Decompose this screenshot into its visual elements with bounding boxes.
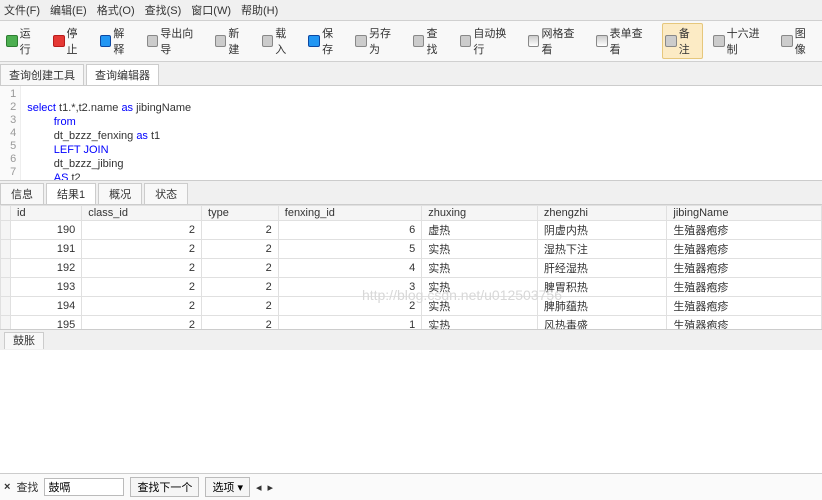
load-icon: [262, 35, 274, 47]
editor-gutter: 12345678910: [0, 86, 21, 180]
toolbar-label: 解释: [113, 25, 134, 57]
image-icon: [781, 35, 793, 47]
table-row[interactable]: 195221实热风热毒盛生殖器疱疹: [1, 316, 822, 329]
toolbar: 运行停止解释导出向导新建载入保存另存为查找自动换行网格查看表单查看备注十六进制图…: [0, 21, 822, 62]
result-tab[interactable]: 概况: [98, 183, 142, 204]
sql-editor[interactable]: 12345678910 select t1.*,t2.name as jibin…: [0, 86, 822, 181]
toolbar-label: 新建: [228, 25, 249, 57]
save-button[interactable]: 保存: [306, 24, 345, 58]
find-options-button[interactable]: 选项 ▾: [205, 477, 250, 497]
toolbar-label: 另存为: [369, 25, 401, 57]
wizard-button[interactable]: 导出向导: [145, 24, 205, 58]
autowrap-button[interactable]: 自动换行: [458, 24, 518, 58]
wizard-icon: [147, 35, 159, 47]
result-grid[interactable]: idclass_idtypefenxing_idzhuxingzhengzhij…: [0, 205, 822, 329]
note-button[interactable]: 备注: [662, 23, 703, 59]
footer-tab[interactable]: 鼓胀: [4, 332, 44, 349]
note-icon: [665, 35, 677, 47]
toolbar-label: 备注: [679, 25, 700, 57]
menu-item[interactable]: 格式(O): [97, 2, 135, 18]
formview-icon: [596, 35, 608, 47]
find-input[interactable]: [44, 478, 124, 496]
find-next-icon[interactable]: ▸: [268, 481, 274, 494]
menu-bar: 文件(F) 编辑(E) 格式(O) 查找(S) 窗口(W) 帮助(H): [0, 0, 822, 21]
column-header[interactable]: fenxing_id: [278, 206, 421, 221]
toolbar-label: 查找: [426, 25, 447, 57]
toolbar-label: 网格查看: [541, 25, 584, 57]
find-label: 查找: [16, 479, 38, 495]
load-button[interactable]: 载入: [260, 24, 299, 58]
explain-button[interactable]: 解释: [98, 24, 137, 58]
stop-button[interactable]: 停止: [51, 24, 90, 58]
formview-button[interactable]: 表单查看: [594, 24, 654, 58]
find-icon: [413, 35, 425, 47]
find-next-button[interactable]: 查找下一个: [130, 477, 199, 497]
hex-icon: [713, 35, 725, 47]
new-button[interactable]: 新建: [213, 24, 252, 58]
toolbar-label: 保存: [322, 25, 343, 57]
editor-tab[interactable]: 查询创建工具: [0, 64, 84, 85]
toolbar-label: 十六进制: [727, 25, 770, 57]
run-button[interactable]: 运行: [4, 24, 43, 58]
table-row[interactable]: 192224实热肝经湿热生殖器疱疹: [1, 259, 822, 278]
find-button[interactable]: 查找: [411, 24, 450, 58]
close-icon[interactable]: ×: [4, 481, 10, 493]
menu-item[interactable]: 帮助(H): [241, 2, 278, 18]
saveas-icon: [355, 35, 367, 47]
menu-item[interactable]: 编辑(E): [50, 2, 87, 18]
saveas-button[interactable]: 另存为: [353, 24, 403, 58]
editor-tab[interactable]: 查询编辑器: [86, 64, 159, 85]
table-row[interactable]: 193223实热脾胃积热生殖器疱疹: [1, 278, 822, 297]
menu-item[interactable]: 窗口(W): [191, 2, 231, 18]
menu-item[interactable]: 文件(F): [4, 2, 40, 18]
table-row[interactable]: 194222实热脾肺蕴热生殖器疱疹: [1, 297, 822, 316]
gridedit-icon: [528, 35, 540, 47]
result-tab[interactable]: 信息: [0, 183, 44, 204]
run-icon: [6, 35, 18, 47]
toolbar-label: 导出向导: [160, 25, 203, 57]
stop-icon: [53, 35, 65, 47]
hex-button[interactable]: 十六进制: [711, 24, 771, 58]
image-button[interactable]: 图像: [779, 24, 818, 58]
toolbar-label: 表单查看: [610, 25, 653, 57]
autowrap-icon: [460, 35, 472, 47]
column-header[interactable]: jibingName: [667, 206, 822, 221]
toolbar-label: 运行: [20, 25, 41, 57]
footer-tabstrip: 鼓胀: [0, 329, 822, 350]
column-header[interactable]: zhuxing: [422, 206, 538, 221]
toolbar-label: 图像: [795, 25, 816, 57]
table-row[interactable]: 190226虚热阴虚内热生殖器疱疹: [1, 221, 822, 240]
result-tab[interactable]: 结果1: [46, 183, 96, 204]
toolbar-label: 自动换行: [473, 25, 516, 57]
explain-icon: [100, 35, 112, 47]
new-icon: [215, 35, 227, 47]
toolbar-label: 载入: [275, 25, 296, 57]
toolbar-label: 停止: [67, 25, 88, 57]
result-grid-wrap: http://blog.csdn.net/u012503756 idclass_…: [0, 205, 822, 329]
result-tab[interactable]: 状态: [144, 183, 188, 204]
save-icon: [308, 35, 320, 47]
editor-code[interactable]: select t1.*,t2.name as jibingName from d…: [21, 86, 291, 180]
column-header[interactable]: id: [11, 206, 82, 221]
table-row[interactable]: 191225实热湿热下注生殖器疱疹: [1, 240, 822, 259]
column-header[interactable]: zhengzhi: [537, 206, 667, 221]
find-prev-icon[interactable]: ◂: [256, 481, 262, 494]
column-header[interactable]: class_id: [82, 206, 202, 221]
find-bar: × 查找 查找下一个 选项 ▾ ◂ ▸: [0, 473, 822, 500]
result-tabstrip: 信息结果1概况状态: [0, 181, 822, 205]
gridedit-button[interactable]: 网格查看: [526, 24, 586, 58]
editor-tabstrip: 查询创建工具查询编辑器: [0, 62, 822, 86]
column-header[interactable]: type: [202, 206, 279, 221]
menu-item[interactable]: 查找(S): [145, 2, 182, 18]
